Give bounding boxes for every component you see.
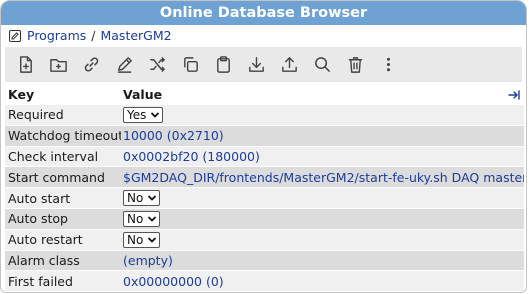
row-value: Yes	[121, 106, 524, 123]
odb-browser-panel: Online Database Browser Programs / Maste…	[0, 0, 527, 293]
key-column-header: Key	[8, 87, 35, 102]
breadcrumb-programs-link[interactable]: Programs	[27, 25, 86, 47]
shuffle-icon[interactable]	[141, 50, 174, 80]
delete-icon[interactable]	[339, 50, 372, 80]
new-file-icon[interactable]	[9, 50, 42, 80]
first-failed-value[interactable]: 0x00000000 (0)	[123, 274, 224, 289]
breadcrumb-mastergm2-link[interactable]: MasterGM2	[100, 25, 171, 47]
odb-table: Key Value Required Yes Watchdog timeout …	[5, 85, 524, 292]
row-key: Check interval	[8, 148, 99, 164]
rename-icon[interactable]	[108, 50, 141, 80]
search-icon[interactable]	[306, 50, 339, 80]
link-icon[interactable]	[75, 50, 108, 80]
row-value: No	[121, 231, 524, 248]
paste-icon[interactable]	[207, 50, 240, 80]
row-value: 10000 (0x2710)	[121, 128, 524, 143]
toolbar	[5, 47, 522, 82]
edit-icon[interactable]	[9, 30, 21, 42]
value-column-header-label: Value	[123, 87, 163, 102]
row-value: 0x00000000 (0)	[121, 274, 524, 289]
expand-width-icon[interactable]	[508, 89, 520, 101]
row-key: First failed	[8, 273, 73, 289]
check-interval-value[interactable]: 0x0002bf20 (180000)	[123, 149, 260, 164]
select-value: Yes	[127, 107, 147, 122]
breadcrumb: Programs / MasterGM2	[1, 25, 526, 47]
table-row: Required Yes	[5, 105, 524, 126]
row-value: $GM2DAQ_DIR/frontends/MasterGM2/start-fe…	[121, 170, 524, 185]
row-key: Auto restart	[8, 232, 83, 248]
table-row: Auto stop No	[5, 208, 524, 230]
chevron-down-icon	[151, 112, 160, 118]
row-value: No	[121, 210, 524, 227]
select-value: No	[127, 191, 144, 206]
required-select[interactable]: Yes	[123, 106, 164, 123]
new-folder-icon[interactable]	[42, 50, 75, 80]
upload-icon[interactable]	[273, 50, 306, 80]
row-key: Alarm class	[8, 252, 80, 268]
row-value: 0x0002bf20 (180000)	[121, 149, 524, 164]
table-row: First failed 0x00000000 (0)	[5, 271, 524, 292]
row-key: Watchdog timeout	[8, 128, 121, 144]
copy-icon[interactable]	[174, 50, 207, 80]
table-row: Auto start No	[5, 188, 524, 209]
auto-start-select[interactable]: No	[123, 190, 161, 207]
table-row: Alarm class (empty)	[5, 250, 524, 272]
auto-restart-select[interactable]: No	[123, 231, 161, 248]
chevron-down-icon	[148, 216, 157, 222]
watchdog-timeout-value[interactable]: 10000 (0x2710)	[123, 128, 224, 143]
more-icon[interactable]	[372, 50, 405, 80]
row-value: (empty)	[121, 253, 524, 268]
table-row: Check interval 0x0002bf20 (180000)	[5, 146, 524, 168]
chevron-down-icon	[148, 195, 157, 201]
alarm-class-value[interactable]: (empty)	[123, 253, 173, 268]
start-command-value[interactable]: $GM2DAQ_DIR/frontends/MasterGM2/start-fe…	[123, 170, 524, 185]
table-header: Key Value	[5, 85, 524, 105]
select-value: No	[127, 232, 144, 247]
value-column-header: Value	[121, 87, 524, 102]
table-row: Watchdog timeout 10000 (0x2710)	[5, 125, 524, 147]
chevron-down-icon	[148, 237, 157, 243]
download-icon[interactable]	[240, 50, 273, 80]
row-key: Auto start	[8, 190, 71, 206]
table-row: Start command $GM2DAQ_DIR/frontends/Mast…	[5, 167, 524, 189]
row-key: Start command	[8, 169, 105, 185]
auto-stop-select[interactable]: No	[123, 210, 161, 227]
table-row: Auto restart No	[5, 229, 524, 251]
row-key: Auto stop	[8, 211, 68, 227]
window-title: Online Database Browser	[1, 1, 526, 25]
row-value: No	[121, 190, 524, 207]
breadcrumb-separator: /	[91, 28, 96, 43]
row-key: Required	[8, 107, 64, 123]
select-value: No	[127, 211, 144, 226]
